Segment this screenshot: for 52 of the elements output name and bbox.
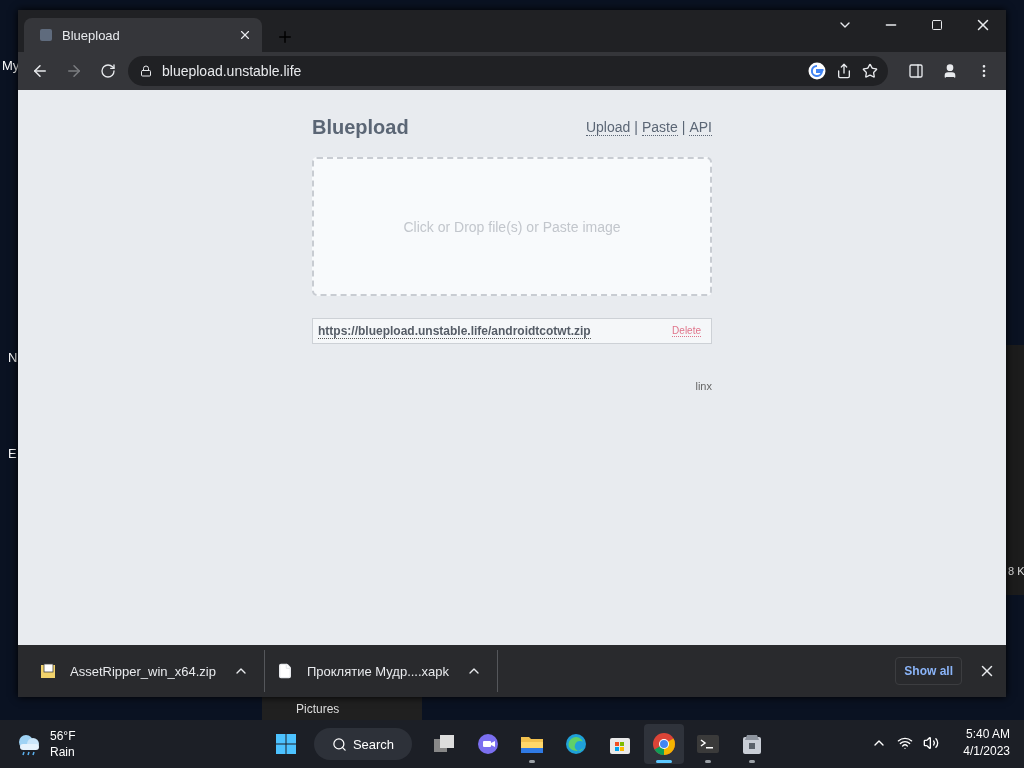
footer-text: linx bbox=[695, 380, 712, 392]
task-view-icon bbox=[433, 734, 455, 754]
file-url-link[interactable]: https://bluepload.unstable.life/androidtcotwt.zip bbox=[318, 323, 591, 339]
rain-cloud-icon bbox=[16, 732, 42, 756]
terminal-icon bbox=[696, 734, 720, 754]
folder-icon bbox=[520, 734, 544, 754]
nav-link[interactable]: Paste bbox=[641, 118, 678, 136]
download-item[interactable]: Проклятие Мудр....xapk bbox=[264, 650, 499, 692]
desktop-icon-label: My bbox=[2, 58, 20, 73]
tab-title: Bluepload bbox=[62, 27, 121, 43]
show-all-button[interactable]: Show all bbox=[895, 657, 962, 685]
address-bar[interactable]: bluepload.unstable.life bbox=[128, 56, 888, 86]
folder-label: Pictures bbox=[296, 702, 340, 716]
nav-separator: | bbox=[681, 118, 686, 136]
download-item[interactable]: AssetRipper_win_x64.zip bbox=[28, 650, 265, 692]
back-icon[interactable] bbox=[31, 62, 49, 80]
reload-icon[interactable] bbox=[100, 63, 116, 79]
maximize-icon[interactable] bbox=[931, 19, 943, 31]
close-icon[interactable] bbox=[238, 28, 252, 42]
search-field[interactable]: Search bbox=[314, 728, 412, 760]
clock[interactable]: 5:40 AM 4/1/2023 bbox=[963, 726, 1010, 760]
download-filename: AssetRipper_win_x64.zip bbox=[70, 663, 216, 679]
profile-icon[interactable] bbox=[942, 63, 958, 79]
nav-link[interactable]: Upload bbox=[585, 118, 631, 136]
chat-icon bbox=[477, 733, 499, 755]
temperature-text: 56°F bbox=[50, 728, 76, 744]
nav-separator: | bbox=[634, 118, 638, 136]
favicon-icon bbox=[40, 29, 52, 41]
site-logo: Bluepload bbox=[312, 115, 409, 139]
taskbar-app[interactable] bbox=[644, 724, 684, 764]
package-icon bbox=[741, 733, 763, 755]
lock-icon bbox=[140, 65, 152, 77]
forward-icon[interactable] bbox=[65, 62, 83, 80]
file-icon bbox=[276, 663, 293, 679]
volume-icon[interactable] bbox=[923, 735, 940, 751]
windows-logo-icon[interactable] bbox=[275, 733, 297, 755]
edge-icon bbox=[565, 733, 587, 755]
google-icon[interactable] bbox=[808, 62, 826, 80]
side-panel-icon[interactable] bbox=[908, 63, 924, 79]
chrome-icon bbox=[652, 732, 676, 756]
nav-link[interactable]: API bbox=[689, 118, 712, 136]
bookmark-star-icon[interactable] bbox=[862, 63, 878, 79]
download-filename: Проклятие Мудр....xapk bbox=[306, 663, 450, 679]
zip-file-icon bbox=[40, 663, 56, 679]
search-icon bbox=[331, 736, 347, 752]
share-icon[interactable] bbox=[836, 63, 852, 79]
network-icon[interactable] bbox=[897, 735, 914, 751]
desktop-icon-label: N bbox=[8, 350, 18, 365]
desktop-icon-label: E bbox=[8, 446, 17, 461]
weather-condition: Rain bbox=[50, 744, 76, 760]
file-size-text: 8 K bbox=[1008, 565, 1024, 577]
browser-tab[interactable]: Bluepload bbox=[24, 18, 262, 52]
